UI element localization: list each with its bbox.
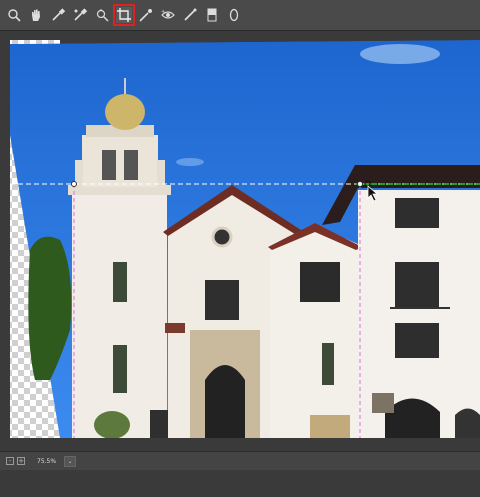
- dome: [105, 94, 145, 130]
- status-bar: - + 75.5% ⌄: [0, 451, 480, 470]
- zoom-tool-icon[interactable]: [6, 7, 22, 23]
- graduated-filter-icon[interactable]: [204, 7, 220, 23]
- hand-tool-icon[interactable]: [28, 7, 44, 23]
- color-sampler-icon[interactable]: [72, 7, 88, 23]
- zoom-level: 75.5%: [37, 457, 57, 465]
- bell-tower: [72, 190, 167, 438]
- eyedropper-tool-icon[interactable]: [50, 7, 66, 23]
- red-eye-icon[interactable]: +: [160, 7, 176, 23]
- adjustment-brush-icon[interactable]: [182, 7, 198, 23]
- crop-tool-icon[interactable]: [113, 4, 135, 26]
- targeted-adjustment-icon[interactable]: [94, 7, 110, 23]
- footer-area: [0, 470, 480, 497]
- canvas-bottom-gap: [0, 438, 480, 451]
- photo-preview: [0, 40, 480, 438]
- image-canvas[interactable]: [0, 40, 480, 438]
- zoom-dropdown-button[interactable]: ⌄: [64, 455, 77, 467]
- radial-filter-icon[interactable]: [226, 7, 242, 23]
- tool-bar: +: [0, 0, 480, 31]
- svg-text:+: +: [161, 9, 165, 15]
- full-size-button[interactable]: +: [17, 457, 25, 465]
- toolbar-divider: [0, 31, 480, 40]
- spot-removal-icon[interactable]: [138, 7, 154, 23]
- fit-screen-button[interactable]: -: [6, 457, 14, 465]
- wing-building: [270, 225, 360, 438]
